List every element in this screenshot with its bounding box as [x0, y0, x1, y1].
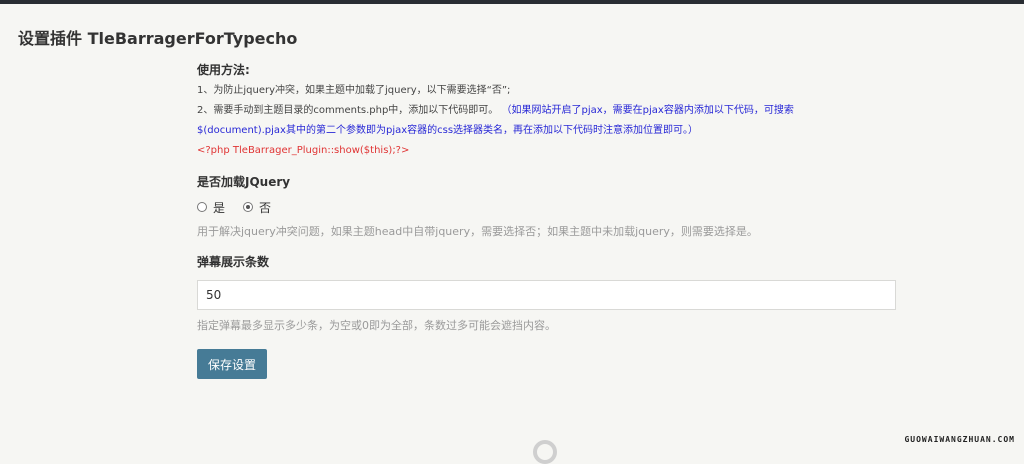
usage-line-2: 2、需要手动到主题目录的comments.php中，添加以下代码即可。 （如果网… — [197, 101, 897, 121]
jquery-radio-yes-label[interactable]: 是 — [213, 199, 225, 216]
usage-line-2-text: 2、需要手动到主题目录的comments.php中，添加以下代码即可。 — [197, 105, 499, 116]
jquery-option-description: 用于解决jquery冲突问题，如果主题head中自带jquery，需要选择否；如… — [197, 225, 758, 238]
top-bar — [0, 0, 1024, 4]
save-settings-button[interactable]: 保存设置 — [197, 349, 268, 379]
jquery-option-title: 是否加载JQuery — [197, 175, 291, 189]
loading-spinner-icon — [533, 440, 557, 464]
barrage-count-title: 弹幕展示条数 — [197, 255, 270, 269]
jquery-radio-yes[interactable] — [197, 202, 207, 212]
usage-title: 使用方法: — [197, 63, 250, 77]
plugin-settings-form: 使用方法: 1、为防止jquery冲突，如果主题中加载了jquery，以下需要选… — [197, 62, 897, 379]
usage-line-1: 1、为防止jquery冲突，如果主题中加载了jquery，以下需要选择“否”; — [197, 85, 511, 96]
usage-code-snippet: <?php TleBarrager_Plugin::show($this);?> — [197, 145, 410, 156]
jquery-radio-no-label[interactable]: 否 — [259, 199, 271, 216]
jquery-radio-group: 是 否 — [197, 198, 897, 216]
usage-line-2-note: （如果网站开启了pjax，需要在pjax容器内添加以下代码，可搜索 — [501, 105, 794, 116]
usage-line-3-note: $(document).pjax其中的第二个参数即为pjax容器的css选择器类… — [197, 125, 699, 136]
watermark: GUOWAIWANGZHUAN.COM — [904, 435, 1015, 444]
page-title: 设置插件 TleBarragerForTypecho — [18, 29, 298, 48]
barrage-count-description: 指定弹幕最多显示多少条，为空或0即为全部，条数过多可能会遮挡内容。 — [197, 319, 556, 332]
jquery-radio-no[interactable] — [243, 202, 254, 212]
barrage-count-input[interactable] — [197, 280, 896, 310]
